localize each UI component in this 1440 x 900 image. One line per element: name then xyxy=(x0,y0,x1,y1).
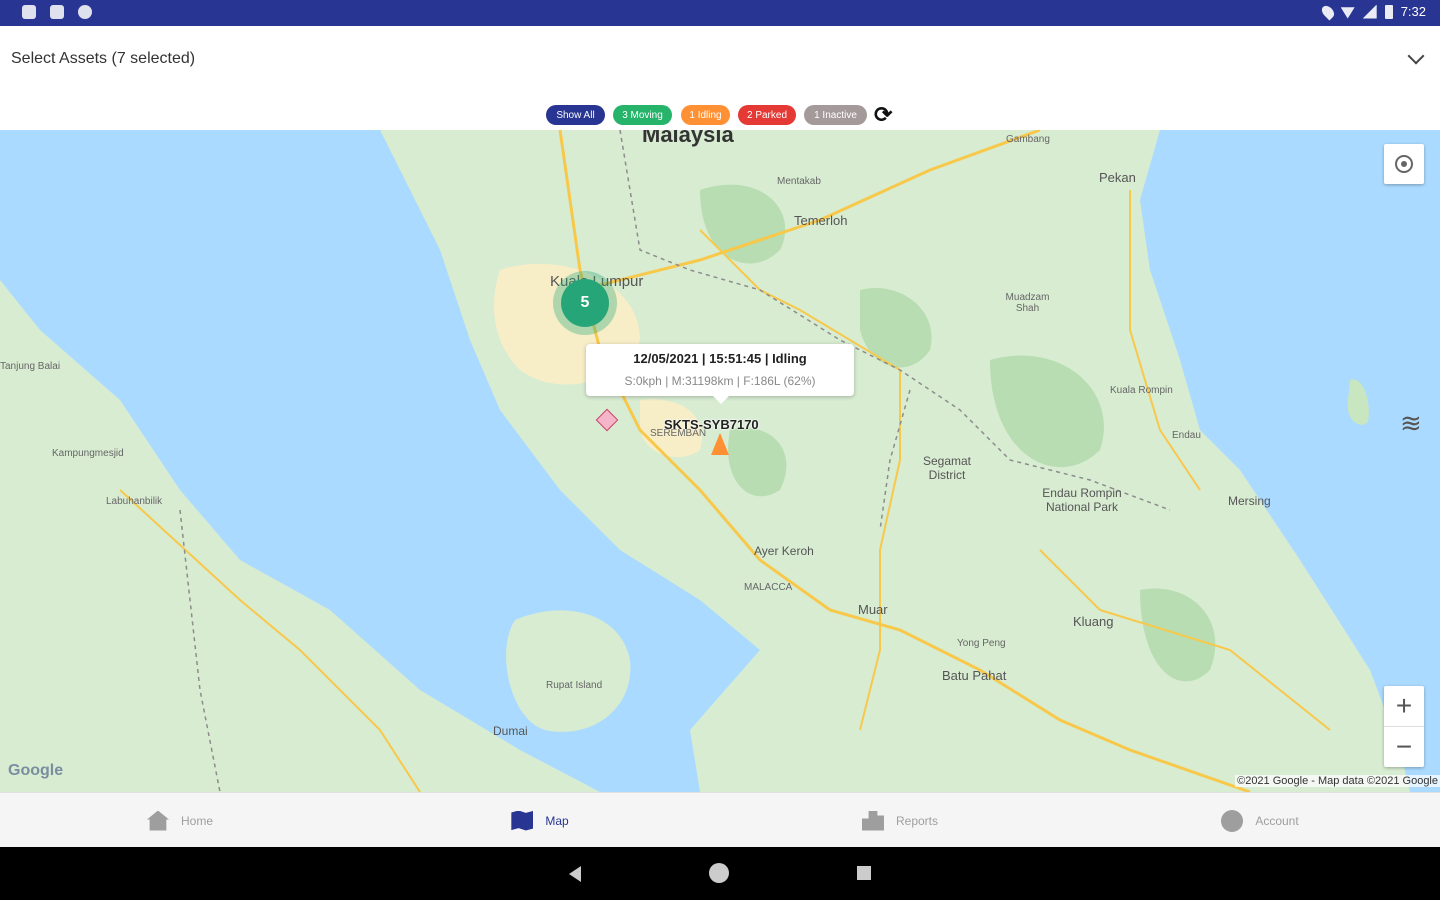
refresh-icon[interactable]: ⟳ xyxy=(874,104,896,126)
nav-account-label: Account xyxy=(1255,813,1299,828)
nav-map-label: Map xyxy=(545,813,569,828)
map-label-segamat: Segamat District xyxy=(922,454,972,482)
asset-selector[interactable]: Select Assets (7 selected) xyxy=(0,26,1440,99)
map-label-gambang: Gambang xyxy=(1006,134,1050,145)
map-label-endau-rompin: Endau Rompin National Park xyxy=(1042,486,1122,514)
map-label-yong-peng: Yong Peng xyxy=(957,638,1006,649)
location-icon xyxy=(1319,3,1337,20)
status-bar: 7:32 xyxy=(0,0,1440,26)
notification-icon xyxy=(78,5,92,19)
home-button-icon[interactable] xyxy=(709,863,729,883)
map-label-labuhanbilik: Labuhanbilik xyxy=(106,496,163,507)
filter-inactive[interactable]: 1 Inactive xyxy=(804,105,867,125)
wifi-icon xyxy=(1340,7,1355,19)
status-time: 7:32 xyxy=(1400,4,1426,19)
map-label-tanjung-balai: Tanjung Balai xyxy=(0,361,61,372)
map-label-kuala-rompin: Kuala Rompin xyxy=(1110,385,1173,396)
recents-icon[interactable] xyxy=(857,866,871,880)
filter-moving[interactable]: 3 Moving xyxy=(613,105,672,125)
nav-account[interactable]: Account xyxy=(1080,793,1440,848)
notification-icon xyxy=(22,5,36,19)
nav-home-label: Home xyxy=(180,813,213,828)
zoom-in-button[interactable]: + xyxy=(1384,686,1424,727)
map-icon xyxy=(511,810,534,831)
notification-icon xyxy=(50,5,64,19)
account-icon xyxy=(1221,809,1244,832)
cluster-count: 5 xyxy=(561,279,609,327)
filter-idling[interactable]: 1 Idling xyxy=(681,105,730,125)
vehicle-info-window[interactable]: 12/05/2021 | 15:51:45 | Idling S:0kph | … xyxy=(586,344,854,404)
my-location-icon xyxy=(1395,155,1413,173)
filter-parked[interactable]: 2 Parked xyxy=(738,105,796,125)
google-logo: Google xyxy=(8,762,64,779)
chevron-down-icon[interactable] xyxy=(1407,47,1425,65)
back-icon[interactable] xyxy=(569,866,581,882)
map-attribution[interactable]: ©2021 Google - Map data ©2021 Google xyxy=(1235,775,1440,787)
map-label-kampung: Kampungmesjid xyxy=(52,448,124,459)
map-label-country: Malaysia xyxy=(642,130,734,147)
map-view[interactable]: Malaysia Kuala Lumpur Gambang Pekan Ment… xyxy=(0,130,1440,792)
map-label-mersing: Mersing xyxy=(1228,494,1271,508)
map-label-muar: Muar xyxy=(858,602,888,617)
map-label-kluang: Kluang xyxy=(1073,614,1114,629)
nav-reports-label: Reports xyxy=(895,813,939,828)
reports-icon xyxy=(861,810,884,831)
bottom-navigation: Home Map Reports Account xyxy=(0,792,1440,848)
layers-icon[interactable]: ≋ xyxy=(1400,408,1430,438)
notification-icons xyxy=(22,5,92,19)
map-label-pekan: Pekan xyxy=(1099,170,1136,185)
nav-map[interactable]: Map xyxy=(360,793,720,848)
info-window-status: 12/05/2021 | 15:51:45 | Idling xyxy=(633,351,807,366)
map-label-endau: Endau xyxy=(1172,430,1201,441)
home-icon xyxy=(146,810,169,831)
map-label-muadzam: Muadzam Shah xyxy=(1005,292,1050,314)
map-label-temerloh: Temerloh xyxy=(794,213,848,228)
map-label-mentakab: Mentakab xyxy=(777,176,821,187)
idling-vehicle-marker[interactable] xyxy=(711,433,729,455)
zoom-controls: + − xyxy=(1384,686,1424,767)
asset-cluster-marker[interactable]: 5 xyxy=(553,271,617,335)
cellular-icon xyxy=(1362,4,1377,19)
map-label-rupat: Rupat Island xyxy=(546,680,603,691)
map-terrain xyxy=(0,130,1410,792)
zoom-out-button[interactable]: − xyxy=(1384,727,1424,767)
system-navigation-bar xyxy=(0,847,1440,900)
battery-icon xyxy=(1384,4,1393,19)
info-window-details: S:0kph | M:31198km | F:186L (62%) xyxy=(624,374,816,388)
asset-selector-label: Select Assets (7 selected) xyxy=(11,50,196,67)
my-location-button[interactable] xyxy=(1384,144,1424,184)
nav-reports[interactable]: Reports xyxy=(720,793,1080,848)
system-status: 7:32 xyxy=(1319,3,1426,20)
nav-home[interactable]: Home xyxy=(0,793,360,848)
filter-show-all[interactable]: Show All xyxy=(546,105,605,125)
map-label-ayer-keroh: Ayer Keroh xyxy=(754,544,814,558)
map-label-dumai: Dumai xyxy=(493,724,528,738)
vehicle-plate-label: SKTS-SYB7170 xyxy=(664,417,759,432)
map-label-malacca: MALACCA xyxy=(744,582,793,593)
map-label-batu-pahat: Batu Pahat xyxy=(942,668,1007,683)
status-filter-bar: Show All 3 Moving 1 Idling 2 Parked 1 In… xyxy=(0,98,1440,130)
